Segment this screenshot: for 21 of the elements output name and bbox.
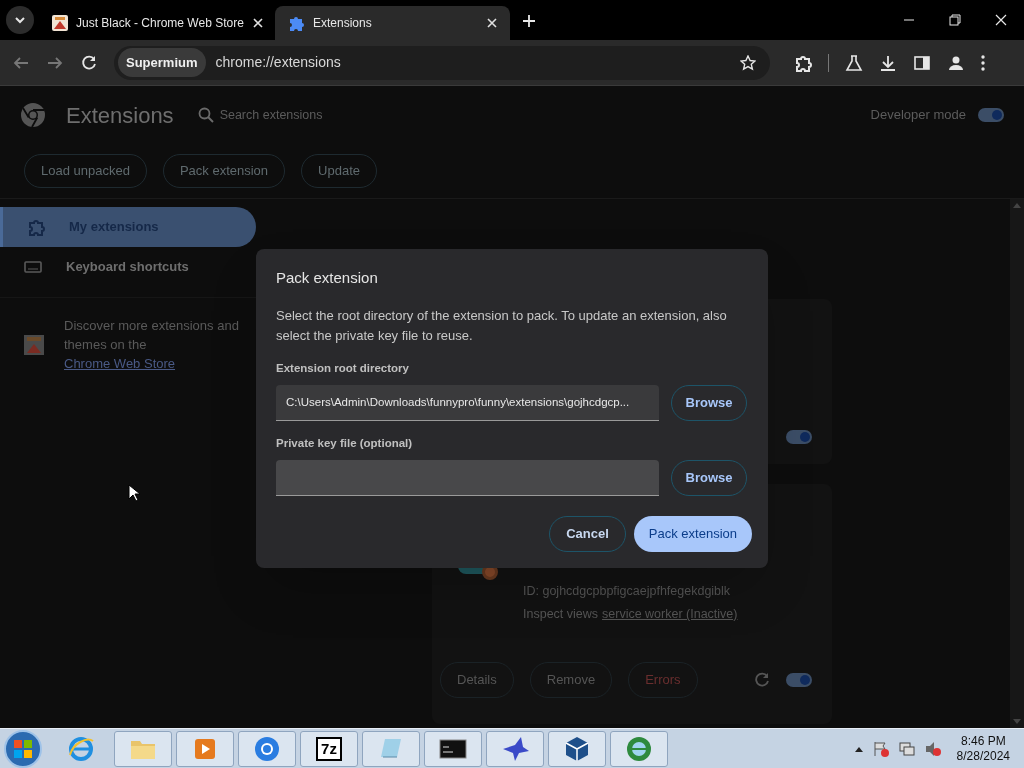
developer-mode-label: Developer mode [870, 106, 966, 125]
archive-icon: 7z [316, 736, 342, 761]
url-text: chrome://extensions [215, 53, 342, 72]
promo-text: Discover more extensions and themes on the Chrome Web Store [64, 317, 240, 373]
field-label: Extension root directory [276, 360, 410, 376]
site-chip[interactable]: Supermium [118, 47, 206, 78]
tab-title: Extensions [313, 15, 373, 32]
sidebar-item[interactable]: Keyboard shortcuts [0, 247, 256, 287]
extension-id: ID: gojhcdgcpbpfigcaejpfhfegekdgiblk [523, 583, 732, 600]
address-bar[interactable]: Supermium chrome://extensions [114, 45, 770, 80]
dialog-description: Select the root directory of the extension to pack. To update an extension, also select the private key file to reuse. [276, 306, 728, 345]
page-title: Extensions [66, 101, 174, 130]
taskbar-button[interactable]: 7z [300, 730, 358, 767]
input-field[interactable]: C:\Users\Admin\Downloads\funnypro\funny\extensions\gojhcdgcp... [276, 384, 659, 421]
dialog-title: Pack extension [276, 268, 379, 288]
inspect-label: Inspect views [523, 605, 599, 623]
tab-title: Just Black - Chrome Web Store [76, 15, 244, 32]
browser-tab[interactable]: Extensions [275, 6, 510, 40]
dialog-button[interactable]: Pack extension [633, 516, 752, 552]
clock[interactable]: 8:46 PM 8/28/2024 [956, 733, 1010, 764]
field-label: Private key file (optional) [276, 435, 414, 451]
